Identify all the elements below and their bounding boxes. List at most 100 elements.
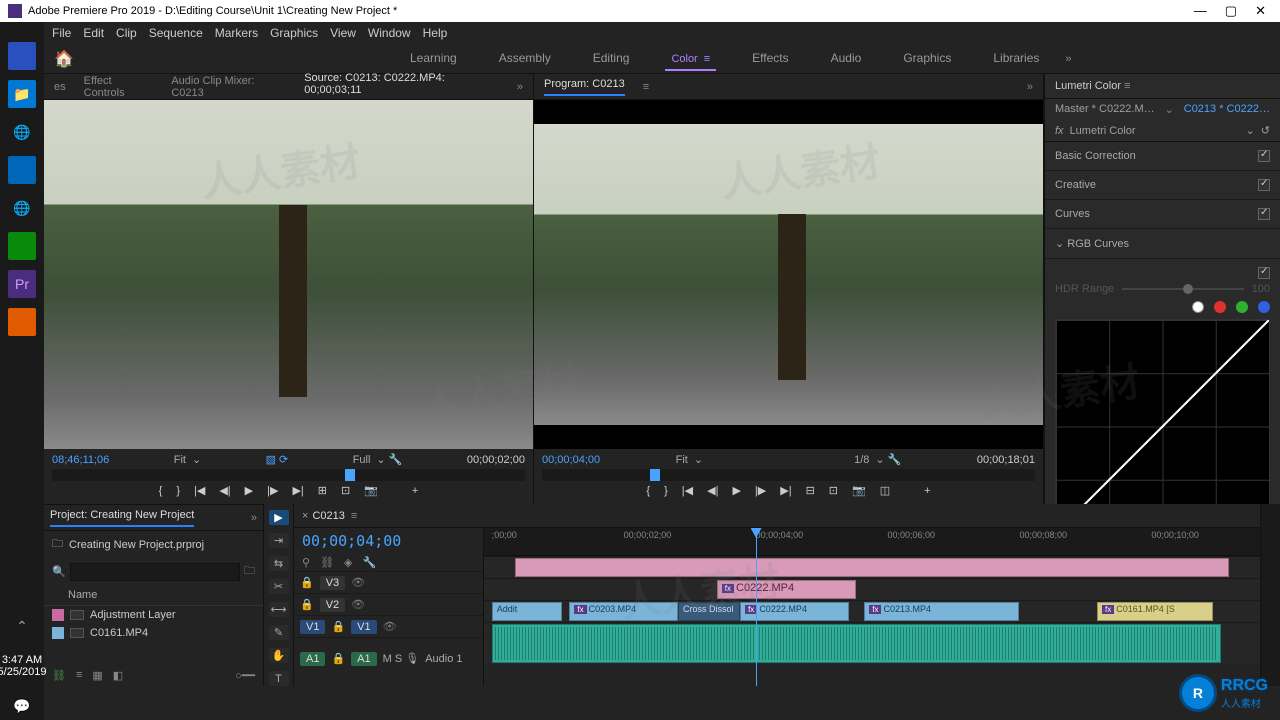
track-v3-header[interactable]: 🔒V3👁: [294, 571, 483, 593]
goto-out-icon[interactable]: ▶|: [780, 484, 791, 497]
fx-badge-icon[interactable]: fx: [1055, 125, 1064, 137]
menu-sequence[interactable]: Sequence: [149, 26, 203, 40]
step-fwd-icon[interactable]: |▶: [267, 484, 278, 497]
export-frame-icon[interactable]: 📷: [364, 484, 378, 497]
close-button[interactable]: ✕: [1255, 3, 1266, 19]
source-monitor[interactable]: [44, 100, 533, 449]
source-fit[interactable]: Fit: [174, 454, 186, 466]
step-back-icon[interactable]: ◀|: [707, 484, 718, 497]
taskbar-camtasia-icon[interactable]: [8, 232, 36, 260]
pen-tool-icon[interactable]: ✎: [269, 625, 289, 640]
step-fwd-icon[interactable]: |▶: [755, 484, 766, 497]
step-back-icon[interactable]: ◀|: [219, 484, 230, 497]
ws-assembly[interactable]: Assembly: [493, 47, 557, 71]
timeline-timecode[interactable]: 00;00;04;00: [294, 528, 483, 554]
source-scrubber[interactable]: [52, 469, 525, 481]
clip-crossdissol[interactable]: Cross Dissol: [678, 602, 740, 621]
bin-icon[interactable]: 🗀: [52, 535, 63, 554]
bin-item-adjustment[interactable]: Adjustment Layer: [44, 606, 263, 624]
freeform-icon[interactable]: ◧: [113, 669, 123, 682]
play-icon[interactable]: ▶: [732, 484, 740, 497]
maximize-button[interactable]: ▢: [1225, 3, 1237, 19]
selection-tool-icon[interactable]: ▶: [269, 510, 289, 525]
ws-learning[interactable]: Learning: [404, 47, 463, 71]
creative-checkbox[interactable]: [1258, 179, 1270, 191]
snap-icon[interactable]: ⚲: [302, 556, 310, 569]
clip-v2[interactable]: fxC0222.MP4: [717, 580, 857, 599]
type-tool-icon[interactable]: T: [269, 671, 289, 686]
hdr-slider[interactable]: [1122, 288, 1243, 290]
program-zoom[interactable]: 1/8: [854, 454, 869, 466]
taskbar-clock[interactable]: 3:47 AM 5/25/2019: [0, 650, 46, 682]
source-overflow[interactable]: »: [517, 81, 523, 93]
program-monitor[interactable]: [534, 100, 1043, 449]
program-tc-in[interactable]: 00;00;04;00: [542, 454, 600, 466]
playhead[interactable]: [756, 528, 757, 686]
ripple-tool-icon[interactable]: ⇆: [269, 556, 289, 571]
ws-effects[interactable]: Effects: [746, 47, 794, 71]
reset-icon[interactable]: ↺: [1261, 124, 1270, 137]
sequence-tab[interactable]: C0213: [312, 510, 344, 522]
ws-color[interactable]: Color≡: [665, 47, 716, 71]
search-input[interactable]: [70, 563, 240, 581]
lumetri-master[interactable]: Master * C0222.M…: [1055, 103, 1155, 116]
track-v2-header[interactable]: 🔒V2👁: [294, 593, 483, 615]
tab-program[interactable]: Program: C0213: [544, 78, 625, 96]
play-icon[interactable]: ▶: [245, 484, 253, 497]
track-a1-lane[interactable]: [484, 622, 1260, 664]
link-icon[interactable]: ⛓: [52, 669, 66, 682]
hdr-value[interactable]: 100: [1252, 283, 1270, 295]
overwrite-icon[interactable]: ⊡: [341, 484, 350, 497]
section-rgb-curves[interactable]: ⌄ RGB Curves: [1045, 229, 1280, 259]
curve-red-icon[interactable]: [1214, 301, 1226, 313]
section-creative[interactable]: Creative: [1045, 171, 1280, 200]
clip-addit[interactable]: Addit: [492, 602, 562, 621]
goto-in-icon[interactable]: |◀: [194, 484, 205, 497]
source-zoom[interactable]: Full: [353, 454, 371, 466]
timeline-ruler[interactable]: ;00;00 00;00;02;00 00;00;04;00 00;00;06;…: [484, 528, 1260, 556]
taskbar-shield-icon[interactable]: [8, 42, 36, 70]
section-basic[interactable]: Basic Correction: [1045, 142, 1280, 171]
basic-checkbox[interactable]: [1258, 150, 1270, 162]
clip-audio[interactable]: [492, 624, 1221, 663]
menu-file[interactable]: File: [52, 26, 71, 40]
program-fit[interactable]: Fit: [676, 454, 688, 466]
clip-adjustment[interactable]: [515, 558, 1229, 577]
track-v2-lane[interactable]: fxC0222.MP4: [484, 578, 1260, 600]
taskbar-app-icon[interactable]: [8, 308, 36, 336]
ws-overflow[interactable]: »: [1065, 53, 1071, 65]
track-v1-header[interactable]: V1🔒V1👁: [294, 615, 483, 637]
goto-out-icon[interactable]: ▶|: [292, 484, 303, 497]
clip-c0213mp4[interactable]: fxC0213.MP4: [864, 602, 1019, 621]
extract-icon[interactable]: ⊡: [829, 484, 838, 497]
curve-green-icon[interactable]: [1236, 301, 1248, 313]
menu-edit[interactable]: Edit: [83, 26, 104, 40]
track-v1-lane[interactable]: AdditfxC0203.MP4Cross DissolfxC0222.MP4f…: [484, 600, 1260, 622]
listview-icon[interactable]: ≡: [76, 669, 82, 682]
ws-audio[interactable]: Audio: [825, 47, 868, 71]
clip-c0161mp4s[interactable]: fxC0161.MP4 [S: [1097, 602, 1213, 621]
search-icon[interactable]: 🔍: [52, 565, 66, 578]
mark-out-icon[interactable]: }: [176, 485, 180, 497]
razor-tool-icon[interactable]: ✂: [269, 579, 289, 594]
program-overflow[interactable]: »: [1027, 81, 1033, 93]
slip-tool-icon[interactable]: ⟷: [269, 602, 289, 617]
taskbar-vscode-icon[interactable]: [8, 156, 36, 184]
col-name-header[interactable]: Name: [44, 585, 263, 606]
lumetri-clip[interactable]: C0213 * C0222…: [1184, 103, 1270, 116]
lift-icon[interactable]: ⊟: [806, 484, 815, 497]
tab-audio-mixer[interactable]: Audio Clip Mixer: C0213: [171, 75, 286, 99]
ws-editing[interactable]: Editing: [587, 47, 636, 71]
section-curves[interactable]: Curves: [1045, 200, 1280, 229]
curve-blue-icon[interactable]: [1258, 301, 1270, 313]
clip-c0203mp4[interactable]: fxC0203.MP4: [569, 602, 678, 621]
taskbar-chrome2-icon[interactable]: 🌐: [8, 194, 36, 222]
rgb-curve-graph[interactable]: [1055, 319, 1270, 504]
menu-clip[interactable]: Clip: [116, 26, 137, 40]
export-frame-icon[interactable]: 📷: [852, 484, 866, 497]
curve-white-icon[interactable]: [1192, 301, 1204, 313]
menu-window[interactable]: Window: [368, 26, 411, 40]
taskbar-premiere-icon[interactable]: Pr: [8, 270, 36, 298]
source-tc-in[interactable]: 08;46;11;06: [52, 454, 109, 466]
goto-in-icon[interactable]: |◀: [682, 484, 693, 497]
